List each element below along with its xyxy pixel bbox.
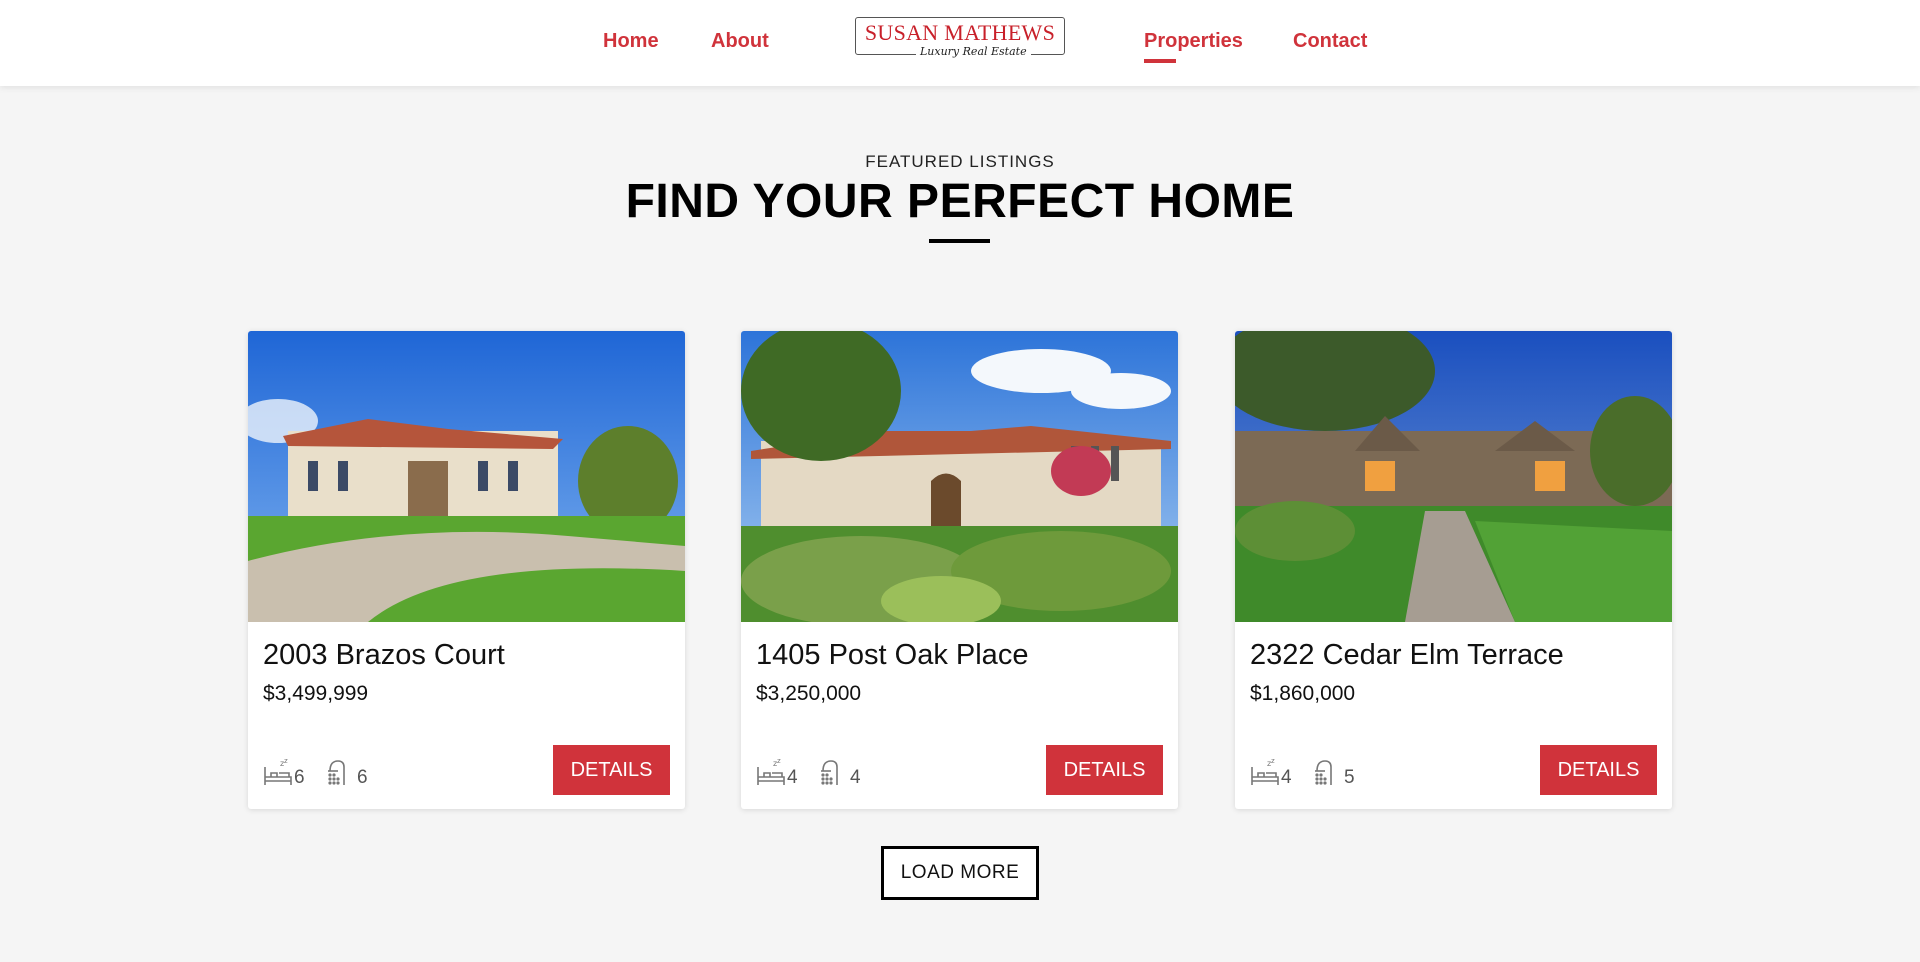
listing-photo[interactable] [248,331,685,622]
section-headline: FIND YOUR PERFECT HOME [625,175,1295,228]
headline-divider [929,239,990,243]
listing-address: 2322 Cedar Elm Terrace [1250,639,1564,671]
listing-address: 2003 Brazos Court [263,639,505,671]
listing-photo[interactable] [741,331,1178,622]
svg-text:z: z [777,757,781,765]
listing-price: $1,860,000 [1250,682,1356,705]
shower-icon [1315,760,1332,785]
beds-count: 6 [294,767,305,788]
listing-address: 1405 Post Oak Place [756,639,1029,671]
logo-tagline: Luxury Real Estate [916,45,1031,58]
nav-link-about[interactable]: About [711,30,769,53]
listing-price: $3,499,999 [263,682,369,705]
baths-stat: 5 [1313,755,1355,787]
listing-photo[interactable] [1235,331,1672,622]
details-button[interactable]: DETAILS [1046,745,1163,795]
listing-card: 1405 Post Oak Place $3,250,000 zz 4 4 DE… [741,331,1178,809]
svg-text:z: z [1271,757,1275,765]
listing-card: 2322 Cedar Elm Terrace $1,860,000 zz 4 5… [1235,331,1672,809]
nav-link-properties[interactable]: Properties [1144,30,1243,63]
beds-stat: zz 4 [1250,755,1292,787]
load-more-button[interactable]: LOAD MORE [881,846,1039,900]
details-button[interactable]: DETAILS [1540,745,1657,795]
beds-count: 4 [1281,767,1292,788]
baths-count: 4 [850,767,861,788]
top-navbar: Home About SUSAN MATHEWS Luxury Real Est… [0,0,1920,86]
listing-card: 2003 Brazos Court $3,499,999 zz 6 6 DETA… [248,331,685,809]
svg-text:z: z [284,757,288,765]
logo-name: SUSAN MATHEWS [864,20,1056,45]
section-eyebrow: FEATURED LISTINGS [865,152,1055,171]
details-button[interactable]: DETAILS [553,745,670,795]
nav-link-contact[interactable]: Contact [1293,30,1367,53]
site-logo[interactable]: SUSAN MATHEWS Luxury Real Estate [855,17,1065,58]
shower-icon [328,760,345,785]
beds-stat: zz 4 [756,755,798,787]
bed-icon: zz [1251,757,1279,785]
beds-stat: zz 6 [263,755,305,787]
nav-link-home[interactable]: Home [603,30,659,53]
beds-count: 4 [787,767,798,788]
shower-icon [821,760,838,785]
listing-price: $3,250,000 [756,682,862,705]
baths-count: 5 [1344,767,1355,788]
baths-stat: 4 [819,755,861,787]
bed-icon: zz [264,757,292,785]
baths-stat: 6 [326,755,368,787]
bed-icon: zz [757,757,785,785]
baths-count: 6 [357,767,368,788]
